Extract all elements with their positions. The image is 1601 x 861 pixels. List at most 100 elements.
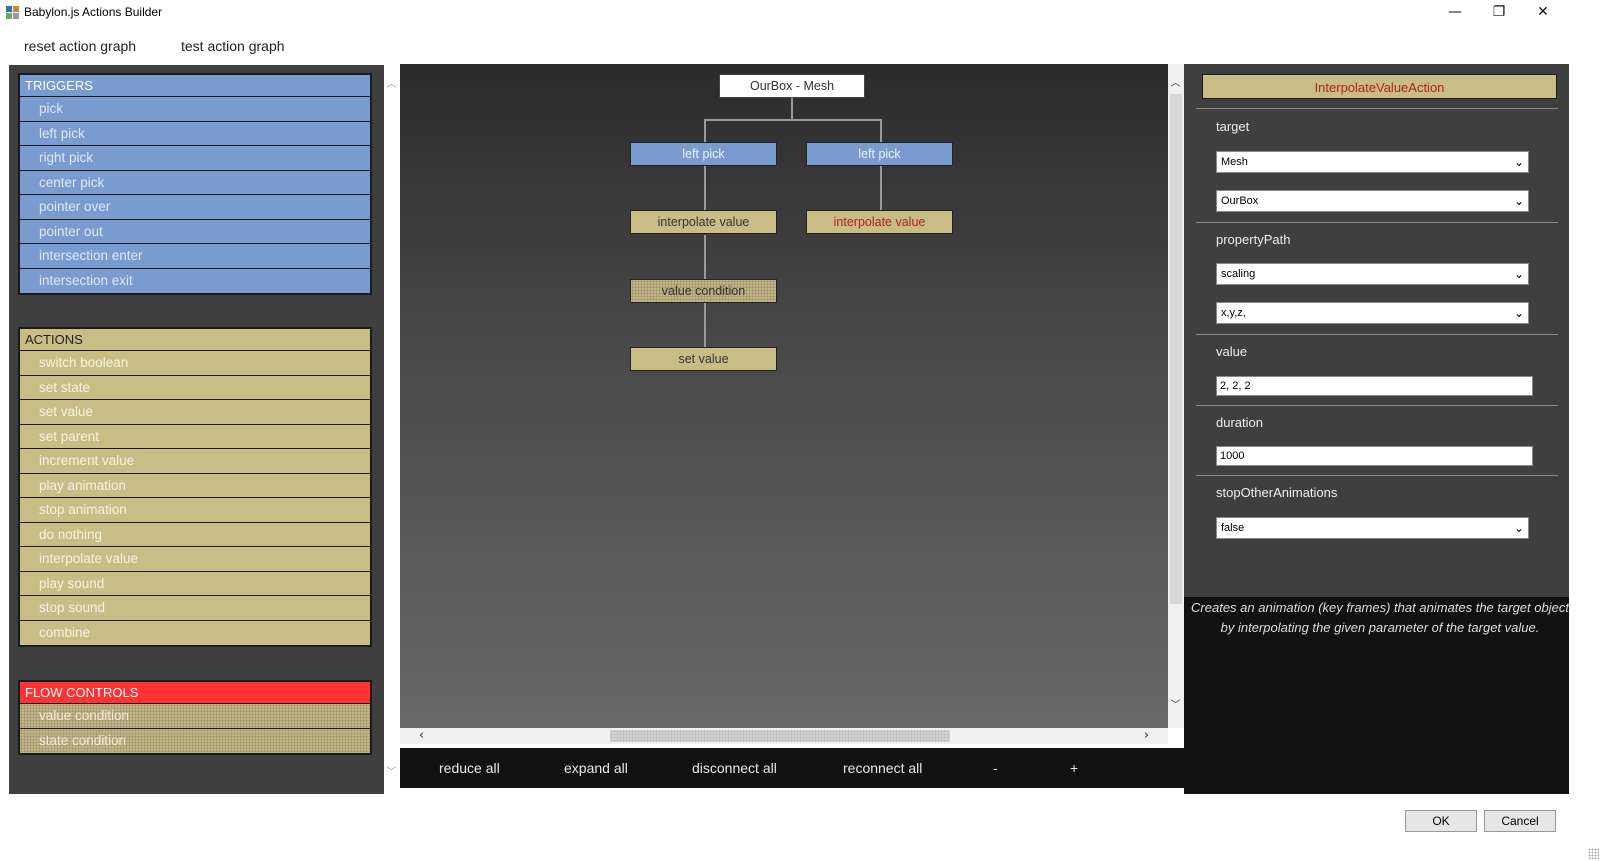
- actions-group: ACTIONS switch boolean set state set val…: [18, 327, 372, 647]
- graph-canvas[interactable]: OurBox - Mesh left pick left pick interp…: [400, 64, 1168, 728]
- target-label: target: [1216, 119, 1250, 134]
- flow-controls-header: FLOW CONTROLS: [20, 682, 370, 704]
- canvas-horizontal-scrollbar[interactable]: ‹ ›: [400, 728, 1168, 744]
- divider: [1196, 475, 1558, 476]
- graph-action-node-selected[interactable]: interpolate value: [806, 210, 953, 234]
- value-input[interactable]: 2, 2, 2: [1216, 376, 1533, 396]
- graph-trigger-node[interactable]: left pick: [806, 142, 953, 166]
- duration-input[interactable]: 1000: [1216, 446, 1533, 466]
- trigger-item[interactable]: right pick: [20, 146, 370, 171]
- action-description: Creates an animation (key frames) that a…: [1191, 600, 1569, 635]
- chevron-up-icon[interactable]: ︿: [384, 77, 399, 92]
- divider: [1196, 334, 1558, 335]
- action-item[interactable]: combine: [20, 620, 370, 645]
- chevron-down-icon: ⌄: [1513, 155, 1524, 169]
- action-item[interactable]: interpolate value: [20, 547, 370, 572]
- flow-controls-group: FLOW CONTROLS value condition state cond…: [18, 680, 372, 755]
- action-item[interactable]: set state: [20, 375, 370, 400]
- zoom-in-button[interactable]: +: [1070, 760, 1078, 776]
- disconnect-all-button[interactable]: disconnect all: [692, 760, 777, 776]
- connector-line: [704, 166, 706, 211]
- close-button[interactable]: ✕: [1521, 0, 1565, 26]
- resize-grip-icon[interactable]: [1588, 848, 1599, 859]
- graph-action-node[interactable]: interpolate value: [630, 210, 777, 234]
- connector-line: [704, 119, 881, 121]
- divider: [1196, 222, 1558, 223]
- flow-control-item[interactable]: state condition: [20, 728, 370, 753]
- graph-condition-node[interactable]: value condition: [630, 279, 777, 303]
- duration-label: duration: [1216, 415, 1263, 430]
- action-item[interactable]: stop sound: [20, 596, 370, 621]
- trigger-item[interactable]: intersection exit: [20, 268, 370, 293]
- select-value: x,y,z,: [1221, 307, 1246, 319]
- property-path-select[interactable]: scaling ⌄: [1216, 263, 1529, 285]
- select-value: OurBox: [1221, 195, 1259, 207]
- action-item[interactable]: switch boolean: [20, 351, 370, 376]
- action-item[interactable]: increment value: [20, 449, 370, 474]
- action-item[interactable]: play sound: [20, 571, 370, 596]
- chevron-up-icon[interactable]: ︿: [1168, 76, 1183, 91]
- title-bar: Babylon.js Actions Builder — ❐ ✕: [0, 0, 1601, 26]
- test-action-graph-button[interactable]: test action graph: [181, 38, 285, 54]
- trigger-item[interactable]: center pick: [20, 170, 370, 195]
- canvas-vertical-scrollbar[interactable]: ︿ ﹀: [1168, 64, 1184, 728]
- cancel-button[interactable]: Cancel: [1484, 810, 1556, 832]
- trigger-item[interactable]: pointer over: [20, 195, 370, 220]
- chevron-right-icon[interactable]: ›: [1139, 728, 1154, 743]
- triggers-header: TRIGGERS: [20, 75, 370, 97]
- action-item[interactable]: stop animation: [20, 498, 370, 523]
- divider: [1196, 108, 1558, 109]
- expand-all-button[interactable]: expand all: [564, 760, 628, 776]
- property-sub-select[interactable]: x,y,z, ⌄: [1216, 302, 1529, 324]
- action-item[interactable]: set value: [20, 400, 370, 425]
- action-item[interactable]: set parent: [20, 424, 370, 449]
- chevron-down-icon: ⌄: [1513, 194, 1524, 208]
- flow-control-item[interactable]: value condition: [20, 704, 370, 729]
- reset-action-graph-button[interactable]: reset action graph: [24, 38, 136, 54]
- connector-line: [704, 119, 706, 143]
- scroll-thumb[interactable]: [1170, 94, 1182, 604]
- select-value: Mesh: [1221, 156, 1248, 168]
- action-name-header: InterpolateValueAction: [1202, 74, 1557, 99]
- action-item[interactable]: play animation: [20, 473, 370, 498]
- window-title: Babylon.js Actions Builder: [24, 5, 163, 19]
- divider: [1196, 405, 1558, 406]
- reconnect-all-button[interactable]: reconnect all: [843, 760, 922, 776]
- toolbox-scrollbar[interactable]: ︿ ﹀: [384, 65, 399, 794]
- maximize-button[interactable]: ❐: [1477, 0, 1521, 26]
- chevron-left-icon[interactable]: ‹: [414, 728, 429, 743]
- action-item[interactable]: do nothing: [20, 522, 370, 547]
- app-icon: [6, 6, 20, 19]
- connector-line: [704, 303, 706, 348]
- minimize-button[interactable]: —: [1433, 0, 1477, 26]
- triggers-group: TRIGGERS pick left pick right pick cente…: [18, 73, 372, 295]
- reduce-all-button[interactable]: reduce all: [439, 760, 500, 776]
- chevron-down-icon: ⌄: [1513, 306, 1524, 320]
- stop-other-animations-label: stopOtherAnimations: [1216, 485, 1338, 500]
- ok-button[interactable]: OK: [1405, 810, 1477, 832]
- select-value: false: [1221, 522, 1245, 534]
- trigger-item[interactable]: intersection enter: [20, 244, 370, 269]
- scroll-thumb[interactable]: [610, 730, 950, 742]
- target-name-select[interactable]: OurBox ⌄: [1216, 190, 1529, 212]
- actions-header: ACTIONS: [20, 329, 370, 351]
- graph-action-node[interactable]: set value: [630, 347, 777, 371]
- trigger-item[interactable]: pick: [20, 97, 370, 122]
- chevron-down-icon[interactable]: ﹀: [1168, 698, 1183, 713]
- graph-root-node[interactable]: OurBox - Mesh: [719, 74, 865, 98]
- target-type-select[interactable]: Mesh ⌄: [1216, 151, 1529, 173]
- stop-other-animations-select[interactable]: false ⌄: [1216, 517, 1529, 539]
- property-path-label: propertyPath: [1216, 232, 1291, 247]
- connector-line: [880, 119, 882, 143]
- trigger-item[interactable]: left pick: [20, 121, 370, 146]
- value-label: value: [1216, 344, 1248, 359]
- chevron-down-icon: ⌄: [1513, 521, 1524, 535]
- connector-line: [704, 235, 706, 280]
- chevron-down-icon[interactable]: ﹀: [384, 765, 399, 780]
- connector-line: [791, 97, 793, 119]
- zoom-out-button[interactable]: -: [993, 760, 998, 776]
- graph-trigger-node[interactable]: left pick: [630, 142, 777, 166]
- select-value: scaling: [1221, 268, 1256, 280]
- trigger-item[interactable]: pointer out: [20, 219, 370, 244]
- chevron-down-icon: ⌄: [1513, 267, 1524, 281]
